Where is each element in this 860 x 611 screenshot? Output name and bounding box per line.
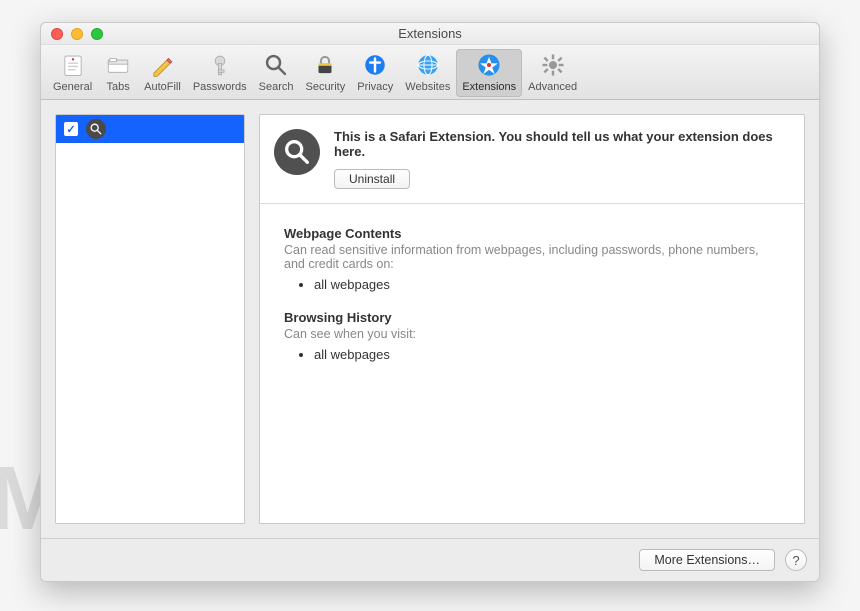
extensions-icon bbox=[475, 51, 503, 79]
tab-label: Tabs bbox=[107, 81, 130, 93]
search-icon bbox=[262, 51, 290, 79]
tab-privacy[interactable]: Privacy bbox=[351, 49, 399, 97]
passwords-icon bbox=[206, 51, 234, 79]
tab-extensions[interactable]: Extensions bbox=[456, 49, 522, 97]
browsing-history-desc: Can see when you visit: bbox=[284, 327, 780, 341]
webpage-contents-item: all webpages bbox=[314, 275, 780, 294]
toolbar: General Tabs AutoFill Passwords Search bbox=[41, 45, 819, 100]
tab-label: Websites bbox=[405, 81, 450, 93]
tab-tabs[interactable]: Tabs bbox=[98, 49, 138, 97]
tab-passwords[interactable]: Passwords bbox=[187, 49, 253, 97]
extension-checkbox[interactable]: ✓ bbox=[64, 122, 78, 136]
extension-details: This is a Safari Extension. You should t… bbox=[259, 114, 805, 524]
tabs-icon bbox=[104, 51, 132, 79]
websites-icon bbox=[414, 51, 442, 79]
tab-advanced[interactable]: Advanced bbox=[522, 49, 583, 97]
preferences-window: Extensions General Tabs AutoFill Passwor… bbox=[40, 22, 820, 582]
tab-label: General bbox=[53, 81, 92, 93]
uninstall-button[interactable]: Uninstall bbox=[334, 169, 410, 189]
browsing-history-title: Browsing History bbox=[284, 310, 780, 325]
extension-description: This is a Safari Extension. You should t… bbox=[334, 129, 788, 159]
tab-label: AutoFill bbox=[144, 81, 181, 93]
extension-item-icon bbox=[86, 119, 106, 139]
tab-label: Advanced bbox=[528, 81, 577, 93]
general-icon bbox=[59, 51, 87, 79]
tab-security[interactable]: Security bbox=[299, 49, 351, 97]
permissions-section: Webpage Contents Can read sensitive info… bbox=[260, 204, 804, 402]
tab-autofill[interactable]: AutoFill bbox=[138, 49, 187, 97]
tab-websites[interactable]: Websites bbox=[399, 49, 456, 97]
extensions-sidebar: ✓ bbox=[55, 114, 245, 524]
help-button[interactable]: ? bbox=[785, 549, 807, 571]
advanced-icon bbox=[539, 51, 567, 79]
titlebar: Extensions bbox=[41, 23, 819, 45]
privacy-icon bbox=[361, 51, 389, 79]
extension-list-item[interactable]: ✓ bbox=[56, 115, 244, 143]
tab-label: Passwords bbox=[193, 81, 247, 93]
content-area: ✓ This is a Safari Extension. You should… bbox=[41, 100, 819, 538]
tab-general[interactable]: General bbox=[47, 49, 98, 97]
security-icon bbox=[311, 51, 339, 79]
tab-search[interactable]: Search bbox=[253, 49, 300, 97]
footer: More Extensions… ? bbox=[41, 538, 819, 581]
tab-label: Search bbox=[259, 81, 294, 93]
webpage-contents-title: Webpage Contents bbox=[284, 226, 780, 241]
tab-label: Privacy bbox=[357, 81, 393, 93]
browsing-history-item: all webpages bbox=[314, 345, 780, 364]
extension-detail-icon bbox=[274, 129, 320, 175]
tab-label: Extensions bbox=[462, 81, 516, 93]
window-title: Extensions bbox=[41, 26, 819, 41]
webpage-contents-desc: Can read sensitive information from webp… bbox=[284, 243, 780, 271]
tab-label: Security bbox=[305, 81, 345, 93]
autofill-icon bbox=[148, 51, 176, 79]
extension-header: This is a Safari Extension. You should t… bbox=[260, 115, 804, 204]
more-extensions-button[interactable]: More Extensions… bbox=[639, 549, 775, 571]
